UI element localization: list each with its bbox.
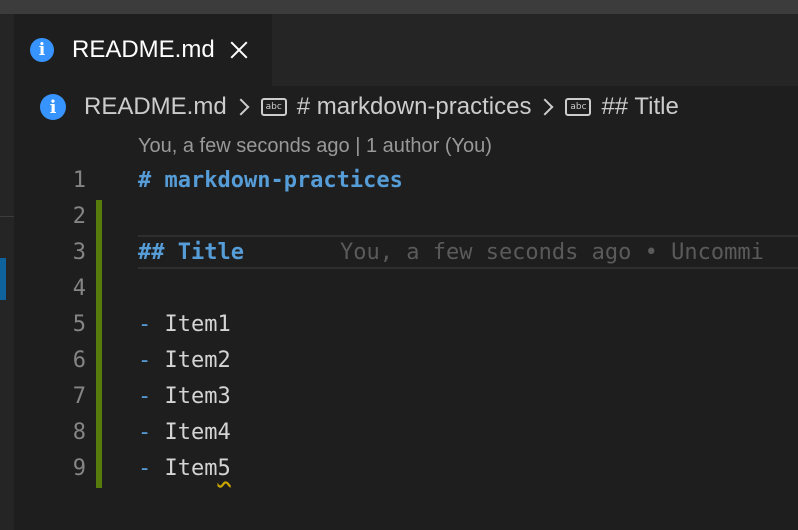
list-item: - Item4 [138, 415, 231, 451]
list-item-text: Item1 [164, 312, 231, 337]
breadcrumb-symbol-heading2[interactable]: ## Title [601, 93, 678, 121]
line-number: 9 [72, 456, 86, 481]
line-number: 7 [72, 384, 86, 409]
info-icon: i [40, 94, 66, 120]
list-item-text: Item2 [164, 348, 231, 373]
code-line: 4 [0, 271, 798, 307]
list-bullet: - [138, 348, 152, 373]
title-strip [0, 0, 798, 14]
line-text: # markdown-practices [138, 168, 403, 193]
line-number: 5 [72, 312, 86, 337]
code-line: 2 [0, 199, 798, 235]
code-line-current: 3 ## Title You, a few seconds ago • Unco… [0, 235, 798, 271]
list-item-text: Item4 [164, 420, 231, 445]
close-icon[interactable] [229, 40, 249, 60]
line-number: 2 [72, 204, 86, 229]
tab-label: README.md [72, 36, 215, 63]
chevron-right-icon [232, 98, 250, 116]
tab-bar: i README.md [0, 14, 798, 86]
line-number: 3 [72, 240, 86, 265]
list-bullet: - [138, 456, 152, 481]
list-bullet: - [138, 312, 152, 337]
breadcrumb: i README.md abc # markdown-practices abc… [40, 92, 679, 122]
breadcrumb-file[interactable]: README.md [84, 93, 227, 121]
line-text: ## Title [138, 240, 244, 265]
line-number: 8 [72, 420, 86, 445]
code-line: 5 - Item1 [0, 307, 798, 343]
info-icon: i [30, 38, 54, 62]
breadcrumb-symbol-heading1[interactable]: # markdown-practices [297, 93, 532, 121]
code-line: 1 # markdown-practices [0, 163, 798, 199]
abc-string-icon: abc [565, 98, 592, 116]
code-line: 6 - Item2 [0, 343, 798, 379]
code-line: 7 - Item3 [0, 379, 798, 415]
list-item: - Item3 [138, 379, 231, 415]
list-item: - Item2 [138, 343, 231, 379]
list-item-text: Item [164, 456, 218, 481]
spelling-warning[interactable]: 5 [217, 456, 230, 481]
list-item: - Item5 [138, 451, 231, 487]
list-item: - Item1 [138, 307, 231, 343]
list-bullet: - [138, 384, 152, 409]
code-line: 9 - Item5 [0, 451, 798, 487]
codelens-blame[interactable]: You, a few seconds ago | 1 author (You) [138, 135, 492, 158]
line-number: 1 [72, 168, 86, 193]
list-item-text: Item3 [164, 384, 231, 409]
list-bullet: - [138, 420, 152, 445]
code-line: 8 - Item4 [0, 415, 798, 451]
chevron-right-icon [536, 98, 554, 116]
line-number: 6 [72, 348, 86, 373]
tab-readme[interactable]: i README.md [14, 14, 272, 86]
abc-string-icon: abc [260, 98, 287, 116]
inline-blame: You, a few seconds ago • Uncommi [340, 240, 764, 265]
line-number: 4 [72, 276, 86, 301]
